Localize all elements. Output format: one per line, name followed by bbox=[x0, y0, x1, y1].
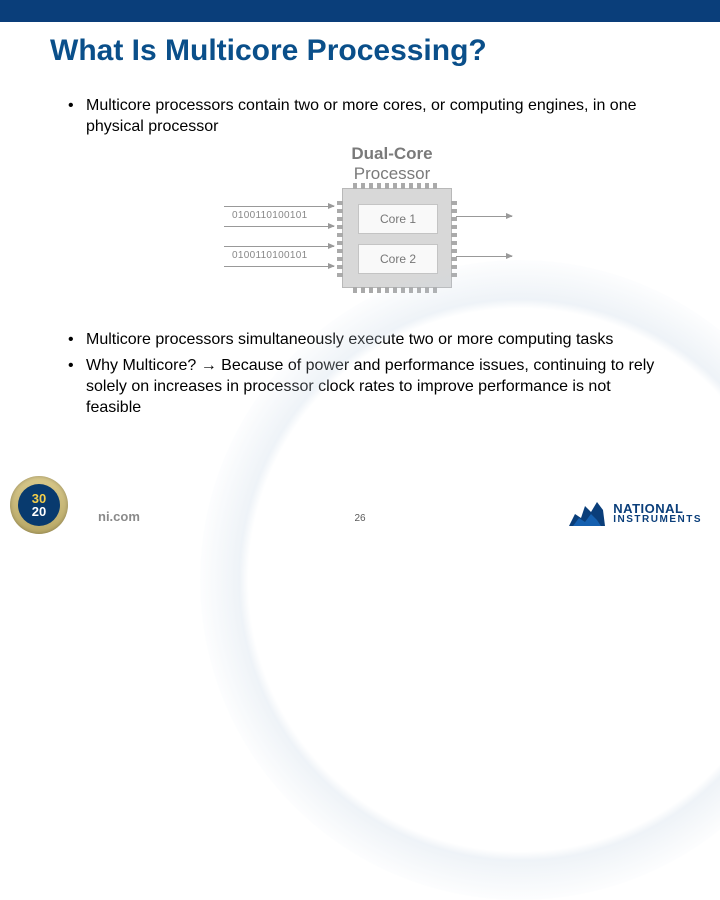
site-label: ni.com bbox=[98, 509, 140, 524]
slide-number: 26 bbox=[354, 513, 365, 524]
diagram-title-2: Processor bbox=[272, 164, 512, 184]
binary-text-1: 0100110100101 bbox=[232, 210, 307, 221]
ni-logo: NATIONAL INSTRUMENTS bbox=[567, 496, 702, 530]
arrow-icon bbox=[224, 226, 334, 227]
arrow-icon bbox=[224, 266, 334, 267]
ni-logo-text: NATIONAL INSTRUMENTS bbox=[613, 502, 702, 525]
header-bar bbox=[0, 0, 720, 22]
diagram-title-1: Dual-Core bbox=[272, 144, 512, 164]
eagle-icon bbox=[567, 496, 607, 530]
page-title: What Is Multicore Processing? bbox=[50, 34, 720, 68]
bullet-list-top: Multicore processors contain two or more… bbox=[64, 96, 660, 138]
seal-number-bottom: 20 bbox=[32, 505, 46, 518]
arrow-icon bbox=[224, 246, 334, 247]
footer: 30 20 ni.com 26 NATIONAL INSTRUMENTS bbox=[0, 484, 720, 540]
arrow-icon bbox=[456, 216, 512, 217]
logo-line-2: INSTRUMENTS bbox=[613, 515, 702, 525]
binary-text-2: 0100110100101 bbox=[232, 250, 307, 261]
core-2-label: Core 2 bbox=[358, 244, 438, 274]
logo-line-1: NATIONAL bbox=[613, 502, 702, 515]
arrow-icon bbox=[456, 256, 512, 257]
core-1-label: Core 1 bbox=[358, 204, 438, 234]
bullet-item: Multicore processors contain two or more… bbox=[64, 96, 660, 138]
arrow-icon bbox=[224, 206, 334, 207]
anniversary-seal-icon: 30 20 bbox=[10, 476, 68, 534]
